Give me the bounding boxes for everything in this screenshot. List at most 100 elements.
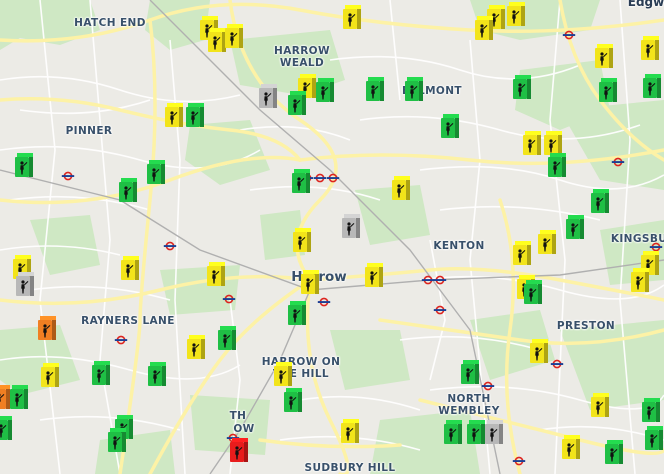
toilet-marker-grey[interactable] <box>259 84 277 108</box>
toilet-marker-green[interactable] <box>316 78 334 102</box>
toilet-marker-yellow[interactable] <box>631 268 649 292</box>
underground-roundel-icon[interactable] <box>226 428 240 443</box>
toilet-marker-grey[interactable] <box>16 272 34 296</box>
toilet-marker-yellow[interactable] <box>343 5 361 29</box>
toilet-marker-green[interactable] <box>10 385 28 409</box>
toilet-marker-green[interactable] <box>444 420 462 444</box>
toilet-marker-green[interactable] <box>288 301 306 325</box>
toilet-marker-green[interactable] <box>642 398 660 422</box>
toilet-marker-grey[interactable] <box>485 420 503 444</box>
underground-roundel-icon[interactable] <box>433 270 447 285</box>
toilet-figure-icon <box>286 395 297 410</box>
toilet-marker-green[interactable] <box>186 103 204 127</box>
toilet-marker-green[interactable] <box>605 440 623 464</box>
toilet-marker-green[interactable] <box>284 388 302 412</box>
toilet-marker-green[interactable] <box>643 74 661 98</box>
toilet-marker-yellow[interactable] <box>595 44 613 68</box>
toilet-figure-icon <box>294 176 305 191</box>
toilet-marker-yellow[interactable] <box>475 16 493 40</box>
toilet-marker-yellow[interactable] <box>293 228 311 252</box>
toilet-figure-icon <box>17 160 28 175</box>
toilet-marker-grey[interactable] <box>342 214 360 238</box>
toilet-marker-yellow[interactable] <box>121 256 139 280</box>
toilet-marker-yellow[interactable] <box>507 2 525 26</box>
toilet-marker-red[interactable] <box>230 438 248 462</box>
toilet-marker-green[interactable] <box>467 420 485 444</box>
toilet-figure-icon <box>645 81 656 96</box>
toilet-marker-yellow[interactable] <box>341 419 359 443</box>
toilet-marker-yellow[interactable] <box>301 270 319 294</box>
underground-roundel-icon[interactable] <box>562 25 576 40</box>
toilet-marker-green[interactable] <box>645 426 663 450</box>
underground-roundel-icon[interactable] <box>222 289 236 304</box>
toilet-figure-icon <box>210 35 221 50</box>
toilet-figure-icon <box>509 9 520 24</box>
toilet-marker-green[interactable] <box>218 326 236 350</box>
toilet-figure-icon <box>227 31 238 46</box>
underground-roundel-icon[interactable] <box>481 376 495 391</box>
toilet-marker-yellow[interactable] <box>523 131 541 155</box>
toilet-marker-green[interactable] <box>566 215 584 239</box>
toilet-marker-green[interactable] <box>548 153 566 177</box>
toilet-marker-yellow[interactable] <box>513 241 531 265</box>
toilet-figure-icon <box>601 85 612 100</box>
underground-roundel-icon[interactable] <box>163 236 177 251</box>
toilet-marker-yellow[interactable] <box>187 335 205 359</box>
toilet-marker-yellow[interactable] <box>530 339 548 363</box>
toilet-marker-green[interactable] <box>441 114 459 138</box>
toilet-figure-icon <box>568 222 579 237</box>
toilet-marker-yellow[interactable] <box>41 363 59 387</box>
toilet-figure-icon <box>593 400 604 415</box>
toilet-marker-green[interactable] <box>591 189 609 213</box>
toilet-marker-yellow[interactable] <box>208 28 226 52</box>
toilet-figure-icon <box>487 427 498 442</box>
underground-roundel-icon[interactable] <box>313 168 327 183</box>
underground-roundel-icon[interactable] <box>433 300 447 315</box>
toilet-marker-yellow[interactable] <box>165 103 183 127</box>
toilet-marker-green[interactable] <box>92 361 110 385</box>
toilet-figure-icon <box>188 110 199 125</box>
toilet-marker-green[interactable] <box>288 91 306 115</box>
underground-roundel-icon[interactable] <box>649 237 663 252</box>
toilet-figure-icon <box>318 85 329 100</box>
underground-roundel-icon[interactable] <box>326 168 340 183</box>
toilet-marker-yellow[interactable] <box>641 36 659 60</box>
underground-roundel-icon[interactable] <box>317 292 331 307</box>
toilet-marker-yellow[interactable] <box>591 393 609 417</box>
toilet-marker-green[interactable] <box>292 169 310 193</box>
toilet-marker-green[interactable] <box>513 75 531 99</box>
toilet-figure-icon <box>367 270 378 285</box>
underground-roundel-icon[interactable] <box>61 166 75 181</box>
toilet-marker-green[interactable] <box>0 416 12 440</box>
toilet-marker-yellow[interactable] <box>365 263 383 287</box>
underground-roundel-icon[interactable] <box>512 451 526 466</box>
toilet-marker-green[interactable] <box>147 160 165 184</box>
map-canvas[interactable]: HATCH END HARROW WEALD BELMONT PINNER KE… <box>0 0 664 474</box>
toilet-marker-green[interactable] <box>119 178 137 202</box>
toilet-figure-icon <box>550 160 561 175</box>
toilet-marker-green[interactable] <box>405 77 423 101</box>
toilet-marker-yellow[interactable] <box>562 435 580 459</box>
toilet-marker-orange[interactable] <box>38 316 56 340</box>
toilet-figure-icon <box>295 235 306 250</box>
toilet-marker-green[interactable] <box>599 78 617 102</box>
place-label-preston: PRESTON <box>556 320 616 332</box>
toilet-marker-green[interactable] <box>148 362 166 386</box>
toilet-marker-green[interactable] <box>108 428 126 452</box>
toilet-marker-yellow[interactable] <box>538 230 556 254</box>
toilet-marker-yellow[interactable] <box>274 362 292 386</box>
toilet-marker-orange[interactable] <box>0 385 10 409</box>
toilet-marker-green[interactable] <box>461 360 479 384</box>
underground-roundel-icon[interactable] <box>114 330 128 345</box>
toilet-figure-icon <box>110 435 121 450</box>
underground-roundel-icon[interactable] <box>550 354 564 369</box>
toilet-marker-green[interactable] <box>524 280 542 304</box>
toilet-marker-green[interactable] <box>366 77 384 101</box>
toilet-marker-green[interactable] <box>15 153 33 177</box>
toilet-marker-yellow[interactable] <box>392 176 410 200</box>
toilet-marker-yellow[interactable] <box>207 262 225 286</box>
toilet-marker-yellow[interactable] <box>544 131 562 155</box>
underground-roundel-icon[interactable] <box>611 152 625 167</box>
toilet-marker-yellow[interactable] <box>225 24 243 48</box>
toilet-figure-icon <box>209 269 220 284</box>
